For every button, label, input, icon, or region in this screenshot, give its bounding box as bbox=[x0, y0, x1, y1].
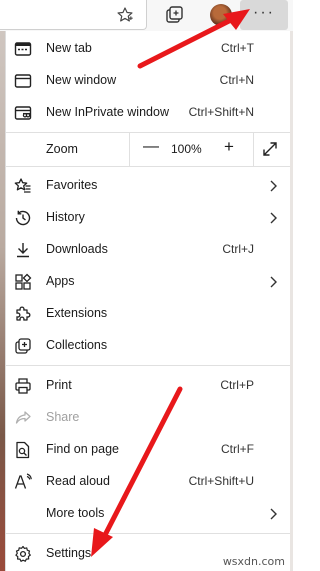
menu-item-label: Settings bbox=[46, 546, 92, 560]
menu-item-downloads[interactable]: Downloads Ctrl+J bbox=[6, 234, 290, 266]
collections-toolbar-icon[interactable] bbox=[163, 4, 185, 26]
menu-item-shortcut: Ctrl+F bbox=[221, 442, 254, 456]
chevron-right-icon bbox=[268, 179, 278, 193]
share-icon bbox=[13, 408, 33, 428]
history-icon bbox=[13, 208, 33, 228]
menu-item-label: New InPrivate window bbox=[46, 105, 169, 119]
menu-item-new-inprivate-window[interactable]: New InPrivate window Ctrl+Shift+N bbox=[6, 97, 290, 129]
menu-item-label: More tools bbox=[46, 506, 105, 520]
menu-item-print[interactable]: Print Ctrl+P bbox=[6, 370, 290, 402]
find-on-page-icon bbox=[13, 440, 33, 460]
menu-item-favorites[interactable]: Favorites bbox=[6, 170, 290, 202]
zoom-out-button[interactable]: — bbox=[142, 139, 160, 157]
menu-item-shortcut: Ctrl+P bbox=[220, 378, 254, 392]
menu-item-shortcut: Ctrl+J bbox=[222, 242, 254, 256]
menu-item-label: Print bbox=[46, 378, 72, 392]
menu-item-extensions[interactable]: Extensions bbox=[6, 298, 290, 330]
favorite-star-icon[interactable] bbox=[116, 6, 134, 24]
puzzle-piece-icon bbox=[13, 304, 33, 324]
menu-item-history[interactable]: History bbox=[6, 202, 290, 234]
menu-item-label: Share bbox=[46, 410, 80, 424]
new-window-icon bbox=[13, 71, 33, 91]
zoom-row: Zoom — 100% + bbox=[6, 132, 290, 166]
menu-item-find-on-page[interactable]: Find on page Ctrl+F bbox=[6, 434, 290, 466]
menu-item-label: Read aloud bbox=[46, 474, 110, 488]
menu-divider bbox=[6, 166, 290, 167]
new-tab-icon bbox=[13, 39, 33, 59]
menu-item-share: Share bbox=[6, 402, 290, 434]
menu-divider bbox=[6, 533, 290, 534]
menu-item-label: Apps bbox=[46, 274, 75, 288]
menu-item-label: New tab bbox=[46, 41, 92, 55]
menu-item-shortcut: Ctrl+Shift+N bbox=[188, 105, 254, 119]
menu-item-new-window[interactable]: New window Ctrl+N bbox=[6, 65, 290, 97]
menu-item-label: Downloads bbox=[46, 242, 108, 256]
chevron-right-icon bbox=[268, 211, 278, 225]
menu-item-shortcut: Ctrl+T bbox=[221, 41, 254, 55]
menu-item-more-tools[interactable]: More tools bbox=[6, 498, 290, 530]
address-bar[interactable] bbox=[0, 0, 147, 30]
fullscreen-icon[interactable] bbox=[261, 140, 279, 158]
menu-item-shortcut: Ctrl+Shift+U bbox=[188, 474, 254, 488]
settings-and-more-button[interactable]: ··· bbox=[240, 0, 288, 30]
zoom-separator bbox=[253, 132, 254, 166]
menu-item-shortcut: Ctrl+N bbox=[219, 73, 254, 87]
apps-icon bbox=[13, 272, 33, 292]
settings-and-more-menu: New tab Ctrl+T New window Ctrl+N New InP… bbox=[5, 31, 290, 571]
browser-toolbar: ··· bbox=[0, 0, 293, 32]
watermark: wsxdn.com bbox=[222, 555, 285, 568]
menu-item-label: Favorites bbox=[46, 178, 98, 192]
profile-avatar[interactable] bbox=[210, 4, 232, 26]
menu-item-apps[interactable]: Apps bbox=[6, 266, 290, 298]
zoom-level: 100% bbox=[171, 142, 202, 156]
menu-item-new-tab[interactable]: New tab Ctrl+T bbox=[6, 33, 290, 65]
printer-icon bbox=[13, 376, 33, 396]
menu-divider bbox=[6, 365, 290, 366]
chevron-right-icon bbox=[268, 275, 278, 289]
menu-item-label: New window bbox=[46, 73, 117, 87]
menu-item-label: Extensions bbox=[46, 306, 108, 320]
inprivate-window-icon bbox=[13, 103, 33, 123]
chevron-right-icon bbox=[268, 507, 278, 521]
zoom-in-button[interactable]: + bbox=[220, 138, 238, 157]
zoom-separator bbox=[129, 132, 130, 166]
collections-icon bbox=[13, 336, 33, 356]
menu-item-label: History bbox=[46, 210, 85, 224]
gear-icon bbox=[13, 544, 33, 564]
menu-item-read-aloud[interactable]: Read aloud Ctrl+Shift+U bbox=[6, 466, 290, 498]
menu-item-collections[interactable]: Collections bbox=[6, 330, 290, 362]
favorites-icon bbox=[13, 176, 33, 196]
menu-item-label: Collections bbox=[46, 338, 108, 352]
menu-item-label: Find on page bbox=[46, 442, 119, 456]
read-aloud-icon bbox=[13, 472, 33, 492]
zoom-label: Zoom bbox=[46, 142, 78, 156]
download-icon bbox=[13, 240, 33, 260]
